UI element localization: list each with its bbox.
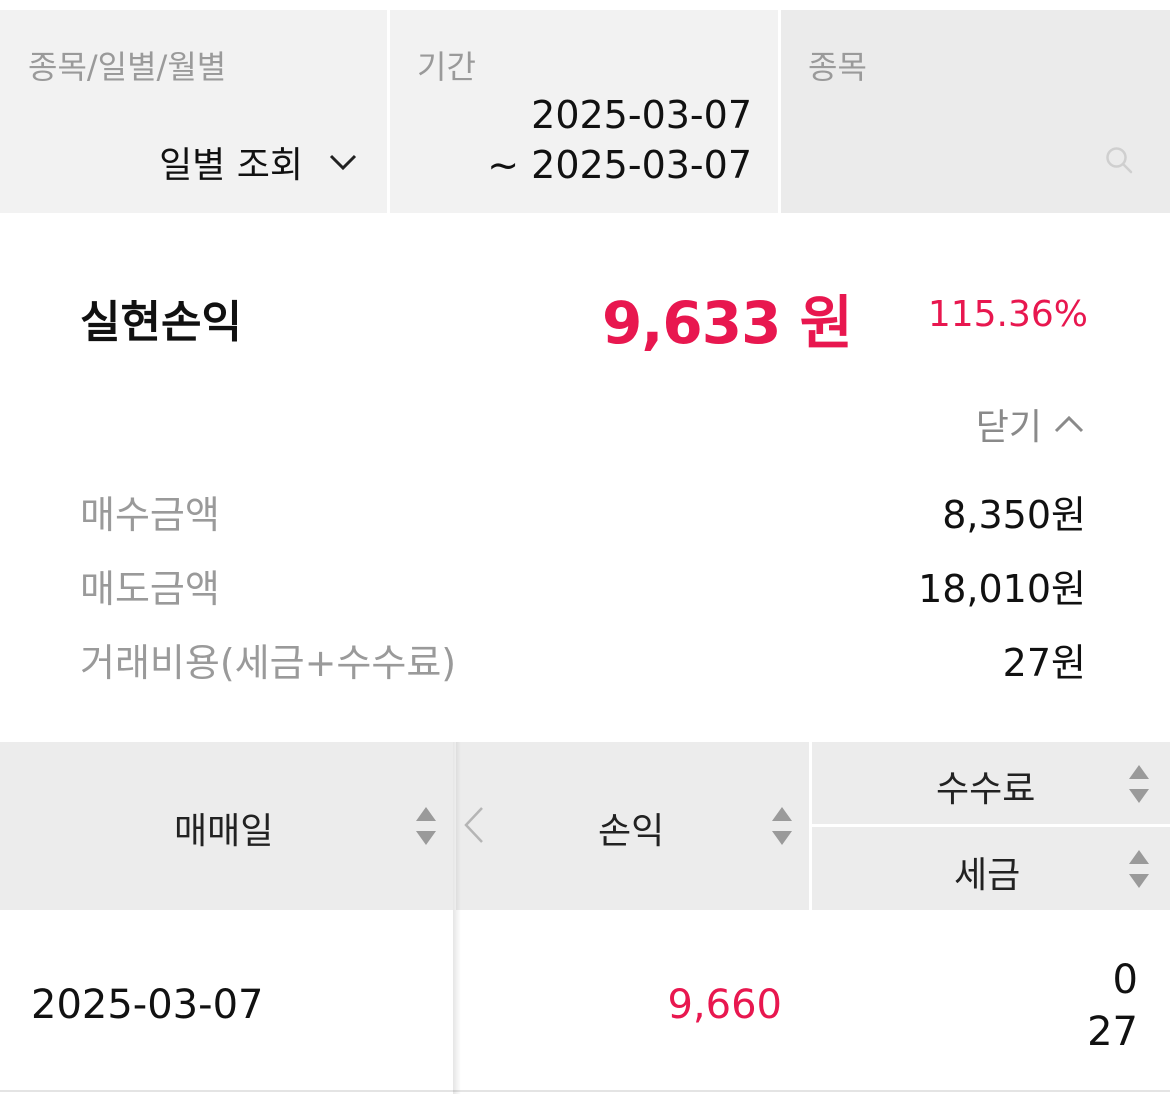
type-filter[interactable]: 종목/일별/월별 일별 조회: [0, 10, 387, 213]
realized-pl-title: 실현손익: [80, 297, 242, 348]
column-header-fee-label: 수수료: [936, 769, 1036, 810]
period-filter[interactable]: 기간 2025-03-07 ~ 2025-03-07: [390, 10, 778, 213]
chevron-down-icon: [329, 154, 357, 171]
stock-search-field[interactable]: 종목: [781, 10, 1170, 213]
date-range-start: 2025-03-07: [531, 93, 752, 137]
table-header: 매매일 손익 수수료 세금: [0, 742, 1170, 910]
sort-icon[interactable]: [770, 805, 794, 847]
close-toggle-label: 닫기: [975, 407, 1042, 448]
column-header-profit-loss[interactable]: 손익: [456, 742, 809, 910]
detail-value: 27원: [1002, 641, 1086, 685]
cell-fee: 0: [1112, 957, 1138, 1003]
detail-row-buy-amount: 매수금액 8,350원: [80, 484, 1086, 537]
cell-tax: 27: [1087, 1009, 1138, 1055]
column-header-tax-label: 세금: [954, 855, 1021, 896]
column-header-tax[interactable]: 세금: [812, 827, 1170, 910]
detail-label: 매도금액: [80, 567, 220, 611]
table-row[interactable]: 2025-03-07 9,660 0 27: [0, 910, 1170, 1092]
date-range-end: ~ 2025-03-07: [487, 143, 752, 187]
chevron-up-icon: [1054, 415, 1084, 433]
detail-row-sell-amount: 매도금액 18,010원: [80, 558, 1086, 611]
type-filter-label: 종목/일별/월별: [28, 48, 227, 86]
cell-fee-tax: 0 27: [1087, 954, 1138, 1058]
column-header-fee[interactable]: 수수료: [812, 742, 1170, 824]
detail-value: 18,010원: [918, 567, 1086, 611]
sort-icon[interactable]: [1127, 848, 1151, 890]
cell-profit-loss: 9,660: [667, 982, 782, 1028]
realized-pl-amount: 9,633 원: [601, 289, 853, 357]
chevron-left-icon[interactable]: [463, 806, 485, 844]
type-select-value: 일별 조회: [159, 145, 303, 186]
column-header-date[interactable]: 매매일: [0, 742, 453, 910]
detail-label: 거래비용(세금+수수료): [80, 641, 457, 685]
stock-filter-label: 종목: [808, 48, 867, 86]
detail-row-trading-cost: 거래비용(세금+수수료) 27원: [80, 632, 1086, 685]
detail-label: 매수금액: [80, 493, 220, 537]
search-icon[interactable]: [1104, 145, 1134, 175]
sort-icon[interactable]: [1127, 763, 1151, 805]
close-toggle-button[interactable]: 닫기: [976, 398, 1084, 450]
realized-pl-rate: 115.36%: [927, 294, 1088, 335]
frozen-column-shadow: [453, 742, 461, 1094]
period-filter-label: 기간: [417, 48, 476, 86]
filter-bar: 종목/일별/월별 일별 조회 기간 2025-03-07 ~ 2025-03-0…: [0, 10, 1170, 213]
date-range[interactable]: 2025-03-07 ~ 2025-03-07: [487, 90, 752, 190]
cell-trade-date: 2025-03-07: [31, 982, 264, 1028]
detail-value: 8,350원: [942, 493, 1086, 537]
column-header-profit-loss-label: 손익: [598, 811, 665, 852]
sort-icon[interactable]: [414, 805, 438, 847]
type-select[interactable]: 일별 조회: [159, 136, 357, 188]
column-header-date-label: 매매일: [174, 811, 274, 852]
